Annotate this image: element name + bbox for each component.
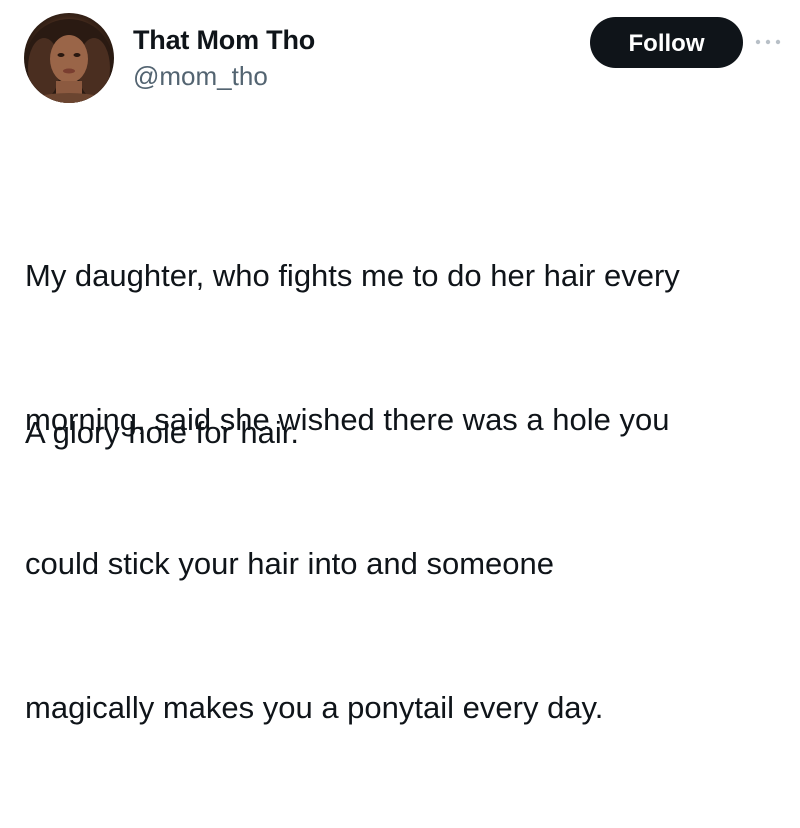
tweet-text: My daughter, who fights me to do her hai… <box>25 156 785 828</box>
more-options-button[interactable] <box>750 30 786 54</box>
follow-button[interactable]: Follow <box>590 17 743 68</box>
profile-photo-icon <box>25 19 113 103</box>
user-handle[interactable]: @mom_tho <box>133 60 315 92</box>
avatar[interactable] <box>24 13 114 103</box>
tweet-text-line: My daughter, who fights me to do her hai… <box>25 258 680 293</box>
tweet-punchline: A glory hole for hair. <box>25 415 299 450</box>
more-horizontal-icon <box>755 39 781 45</box>
tweet-card: That Mom Tho @mom_tho Follow My daughter… <box>0 0 800 725</box>
tweet-text-line: could stick your hair into and someone <box>25 546 555 581</box>
display-name[interactable]: That Mom Tho <box>133 24 315 56</box>
author-names: That Mom Tho @mom_tho <box>133 24 315 92</box>
tweet-text-line: magically makes you a ponytail every day… <box>25 690 604 725</box>
tweet-header: That Mom Tho @mom_tho Follow <box>22 12 782 108</box>
